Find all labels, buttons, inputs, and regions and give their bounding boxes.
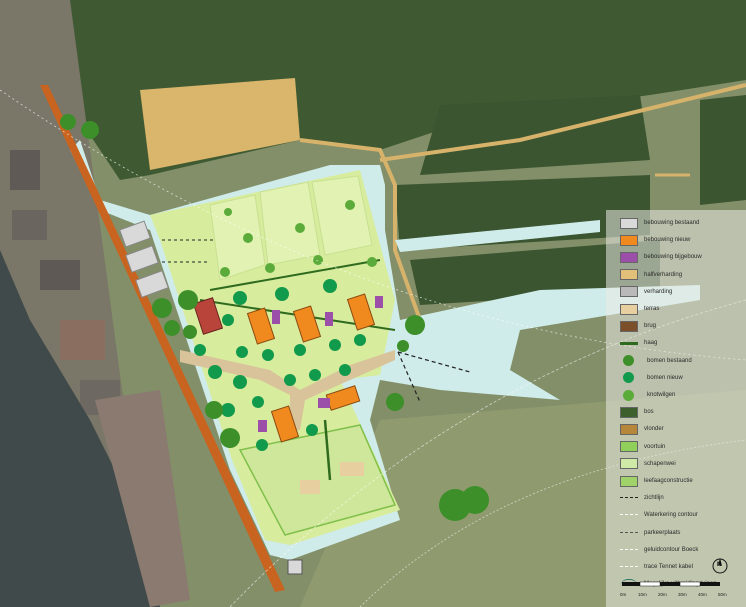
legend-item-label: bomen bestaand — [647, 357, 692, 364]
map-legend: bebouwing bestaand bebouwing nieuw bebouwi… — [606, 210, 746, 607]
hedge-icon — [620, 341, 638, 345]
legend-item-label: bebouwing nieuw — [644, 237, 691, 244]
legend-item: Waterkering contour — [620, 508, 698, 522]
boardwalk-icon — [620, 423, 638, 435]
legend-item: verharding — [620, 285, 672, 299]
legend-item: parkeerplaats — [620, 526, 680, 540]
structure-icon — [620, 475, 638, 487]
cable-route-icon — [620, 566, 638, 568]
forest-icon — [620, 406, 638, 418]
legend-item: bos — [620, 405, 654, 419]
legend-item-label: geluidcontour Boeck — [644, 546, 699, 553]
outbuilding-icon — [620, 251, 638, 263]
building-existing-icon — [620, 217, 638, 229]
tree-existing-icon — [623, 355, 634, 367]
legend-item-label: bebouwing bestaand — [644, 220, 700, 226]
legend-item-label: bebouwing bijgebouw — [644, 254, 702, 261]
legend-item: haag — [620, 336, 657, 350]
paving-icon — [620, 286, 638, 298]
legend-item: trace Tennet kabel — [620, 560, 693, 574]
noise-contour-icon — [620, 548, 638, 551]
legend-item: zichtlijn — [620, 491, 664, 505]
legend-item: leefaagconstructie — [620, 474, 693, 488]
scale-bar-graphic — [622, 581, 720, 587]
dike-contour-icon — [620, 514, 638, 516]
parking-icon — [620, 531, 638, 534]
legend-item: brug — [620, 319, 656, 333]
legend-item: vlonder — [620, 422, 664, 436]
building-new-icon — [620, 234, 638, 246]
legend-item: knotwilgen — [620, 388, 675, 402]
scale-tick-2: 20m — [658, 592, 667, 597]
legend-item-label: parkeerplaats — [644, 529, 681, 536]
legend-item-label: bomen nieuw — [647, 374, 683, 381]
front-garden-icon — [620, 441, 638, 453]
scale-tick-5: 50m — [718, 592, 727, 597]
legend-item-label: schapenwei — [644, 460, 676, 467]
north-label: N — [717, 562, 722, 568]
legend-item-label: knotwilgen — [647, 392, 676, 398]
semi-paving-icon — [620, 269, 638, 281]
legend-item-label: vlonder — [644, 426, 664, 433]
legend-item-label: voortuin — [644, 443, 666, 450]
legend-item-label: halfverharding — [644, 271, 683, 278]
scale-bar: 0m 10m 20m 30m 40m 50m — [620, 578, 738, 604]
legend-item: bebouwing bestaand — [620, 216, 699, 230]
legend-item-label: trace Tennet kabel — [644, 564, 693, 570]
legend-item: schapenwei — [620, 457, 676, 471]
legend-item-label: terras — [644, 306, 660, 312]
legend-item-label: brug — [644, 323, 657, 330]
legend-item-label: bos — [644, 409, 654, 416]
pollard-willow-icon — [623, 389, 634, 401]
terrace-icon — [620, 303, 638, 315]
legend-item-label: verharding — [644, 288, 673, 295]
sheep-meadow-icon — [620, 458, 638, 470]
legend-item-label: Waterkering contour — [644, 512, 698, 519]
legend-item-label: leefaagconstructie — [644, 478, 693, 484]
scale-tick-1: 10m — [638, 592, 647, 597]
legend-item: bomen nieuw — [620, 371, 683, 385]
bridge-icon — [620, 320, 638, 332]
legend-item-label: zichtlijn — [644, 495, 664, 502]
tree-new-icon — [623, 372, 634, 384]
north-arrow-icon: N — [712, 556, 728, 574]
legend-item: halfverharding — [620, 268, 682, 282]
legend-item: geluidcontour Boeck — [620, 543, 698, 557]
legend-item-label: haag — [644, 340, 658, 347]
scale-tick-3: 30m — [678, 592, 687, 597]
legend-item: bomen bestaand — [620, 354, 692, 368]
scale-tick-0: 0m — [620, 592, 627, 597]
legend-item: terras — [620, 302, 659, 316]
legend-item: bebouwing nieuw — [620, 233, 690, 247]
scale-tick-4: 40m — [698, 592, 707, 597]
legend-item: voortuin — [620, 440, 665, 454]
legend-item: bebouwing bijgebouw — [620, 250, 702, 264]
sightline-icon — [620, 497, 638, 499]
